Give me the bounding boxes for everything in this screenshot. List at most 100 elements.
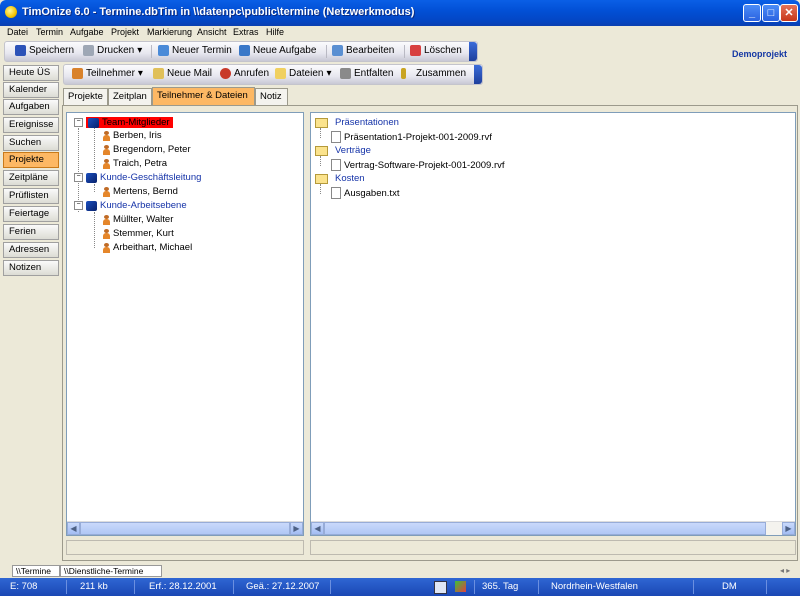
collapse-node-icon[interactable]: − <box>74 118 83 127</box>
title-bar[interactable]: TimOnize 6.0 - Termine.dbTim in \\datenp… <box>0 0 800 26</box>
toolbar-overflow-handle[interactable] <box>474 65 482 84</box>
menu-datei[interactable]: Datei <box>7 27 28 37</box>
menu-bar: Datei Termin Aufgabe Projekt Markierung … <box>0 26 800 40</box>
status-divider <box>134 580 135 594</box>
tree-file[interactable]: Vertrag-Software-Projekt-001-2009.rvf <box>331 159 505 171</box>
collapse-node-icon[interactable]: − <box>74 173 83 182</box>
folder-open-icon <box>315 117 328 128</box>
sidebar-item-aufgaben[interactable]: Aufgaben <box>3 99 59 115</box>
scroll-left-icon[interactable]: ◀ <box>311 522 324 535</box>
tree-member[interactable]: Arbeithart, Michael <box>103 242 192 253</box>
tree-file[interactable]: Ausgaben.txt <box>331 187 399 199</box>
delete-button[interactable]: Löschen <box>410 45 462 56</box>
entry-count: E: 708 <box>10 581 38 592</box>
collapse-node-icon[interactable]: − <box>74 201 83 210</box>
horizontal-scrollbar[interactable]: ◀ ▶ <box>311 521 795 535</box>
tree-folder[interactable]: Kosten <box>315 173 365 184</box>
edit-icon <box>332 45 343 56</box>
sidebar-item-kalender[interactable]: Kalender <box>3 82 59 98</box>
new-task-button[interactable]: Neue Aufgabe <box>239 45 316 56</box>
tree-member[interactable]: Berben, Iris <box>103 130 162 141</box>
tab-scroll-arrows-icon[interactable]: ◂ ▸ <box>780 566 790 575</box>
tree-member[interactable]: Traich, Petra <box>103 158 167 169</box>
menu-aufgabe[interactable]: Aufgabe <box>70 27 104 37</box>
print-button[interactable]: Drucken ▾ <box>83 45 142 56</box>
scrollbar-thumb[interactable] <box>80 522 290 535</box>
tree-folder[interactable]: Präsentationen <box>315 117 399 128</box>
folder-icon <box>275 68 286 79</box>
maximize-button[interactable]: □ <box>762 4 780 22</box>
menu-termin[interactable]: Termin <box>36 27 63 37</box>
menu-ansicht[interactable]: Ansicht <box>197 27 227 37</box>
tree-group[interactable]: − Team-Mitglieder <box>74 117 173 128</box>
sidebar-item-ferien[interactable]: Ferien <box>3 224 59 240</box>
task-icon <box>239 45 250 56</box>
sidebar-item-zeitplaene[interactable]: Zeitpläne <box>3 170 59 186</box>
sidebar-item-adressen[interactable]: Adressen <box>3 242 59 258</box>
folder-open-icon <box>315 173 328 184</box>
toolbar-divider <box>326 45 327 58</box>
person-icon <box>103 158 110 169</box>
edit-button[interactable]: Bearbeiten <box>332 45 394 56</box>
files-button[interactable]: Dateien ▾ <box>275 68 332 79</box>
created-date: Erf.: 28.12.2001 <box>149 581 217 592</box>
tree-member[interactable]: Stemmer, Kurt <box>103 228 174 239</box>
person-icon <box>103 214 110 225</box>
group-book-icon <box>86 172 97 183</box>
sidebar-item-heute[interactable]: Heute ÜS <box>3 65 59 81</box>
panel-status-field <box>310 540 796 555</box>
tab-projekte[interactable]: Projekte <box>63 88 108 105</box>
document-icon <box>331 131 341 143</box>
minimize-button[interactable]: _ <box>743 4 761 22</box>
save-button[interactable]: Speichern <box>15 45 74 56</box>
tab-dienstliche-termine-file[interactable]: \\Dienstliche-Termine <box>60 565 162 577</box>
tree-member[interactable]: Bregendorn, Peter <box>103 144 191 155</box>
tree-group[interactable]: − Kunde-Geschäftsleitung <box>74 172 201 183</box>
expand-button[interactable]: Entfalten <box>340 68 393 79</box>
menu-markierung[interactable]: Markierung <box>147 27 192 37</box>
tree-file[interactable]: Präsentation1-Projekt-001-2009.rvf <box>331 131 492 143</box>
status-divider <box>233 580 234 594</box>
project-toolbar: Teilnehmer ▾ Neue Mail Anrufen Dateien ▾… <box>63 64 483 85</box>
app-icon <box>5 6 17 18</box>
tree-line <box>94 212 96 248</box>
sidebar-item-feiertage[interactable]: Feiertage <box>3 206 59 222</box>
scroll-left-icon[interactable]: ◀ <box>67 522 80 535</box>
toolbar-overflow-handle[interactable] <box>469 42 477 61</box>
calendar-icon <box>158 45 169 56</box>
tree-member[interactable]: Müllter, Walter <box>103 214 173 225</box>
document-icon <box>331 159 341 171</box>
printer-icon <box>83 45 94 56</box>
tab-notiz[interactable]: Notiz <box>255 88 288 105</box>
new-mail-button[interactable]: Neue Mail <box>153 68 212 79</box>
sidebar-item-suchen[interactable]: Suchen <box>3 135 59 151</box>
tree-folder[interactable]: Verträge <box>315 145 371 156</box>
db-size: 211 kb <box>80 581 108 592</box>
tab-termine-file[interactable]: \\Termine <box>12 565 60 577</box>
new-appointment-button[interactable]: Neuer Termin <box>158 45 232 56</box>
people-icon <box>72 68 83 79</box>
sidebar-item-projekte[interactable]: Projekte <box>3 152 59 168</box>
menu-projekt[interactable]: Projekt <box>111 27 139 37</box>
scroll-right-icon[interactable]: ▶ <box>782 522 795 535</box>
phone-icon <box>220 68 231 79</box>
close-button[interactable]: ✕ <box>780 4 798 22</box>
participants-button[interactable]: Teilnehmer ▾ <box>72 68 143 79</box>
call-button[interactable]: Anrufen <box>220 68 269 79</box>
scrollbar-thumb[interactable] <box>324 522 766 535</box>
horizontal-scrollbar[interactable]: ◀ ▶ <box>67 521 303 535</box>
tree-group[interactable]: − Kunde-Arbeitsebene <box>74 200 187 211</box>
sidebar-item-prueflisten[interactable]: Prüflisten <box>3 188 59 204</box>
collapse-button[interactable]: Zusammen <box>401 68 466 79</box>
menu-hilfe[interactable]: Hilfe <box>266 27 284 37</box>
sidebar-item-notizen[interactable]: Notizen <box>3 260 59 276</box>
tab-teilnehmer-dateien[interactable]: Teilnehmer & Dateien <box>152 87 255 105</box>
sidebar-item-ereignisse[interactable]: Ereignisse <box>3 117 59 133</box>
status-divider <box>66 580 67 594</box>
menu-extras[interactable]: Extras <box>233 27 259 37</box>
tree-member[interactable]: Mertens, Bernd <box>103 186 178 197</box>
scroll-right-icon[interactable]: ▶ <box>290 522 303 535</box>
floppy-disk-icon <box>15 45 26 56</box>
tab-zeitplan[interactable]: Zeitplan <box>108 88 152 105</box>
status-bar: E: 708 211 kb Erf.: 28.12.2001 Geä.: 27.… <box>0 578 800 596</box>
